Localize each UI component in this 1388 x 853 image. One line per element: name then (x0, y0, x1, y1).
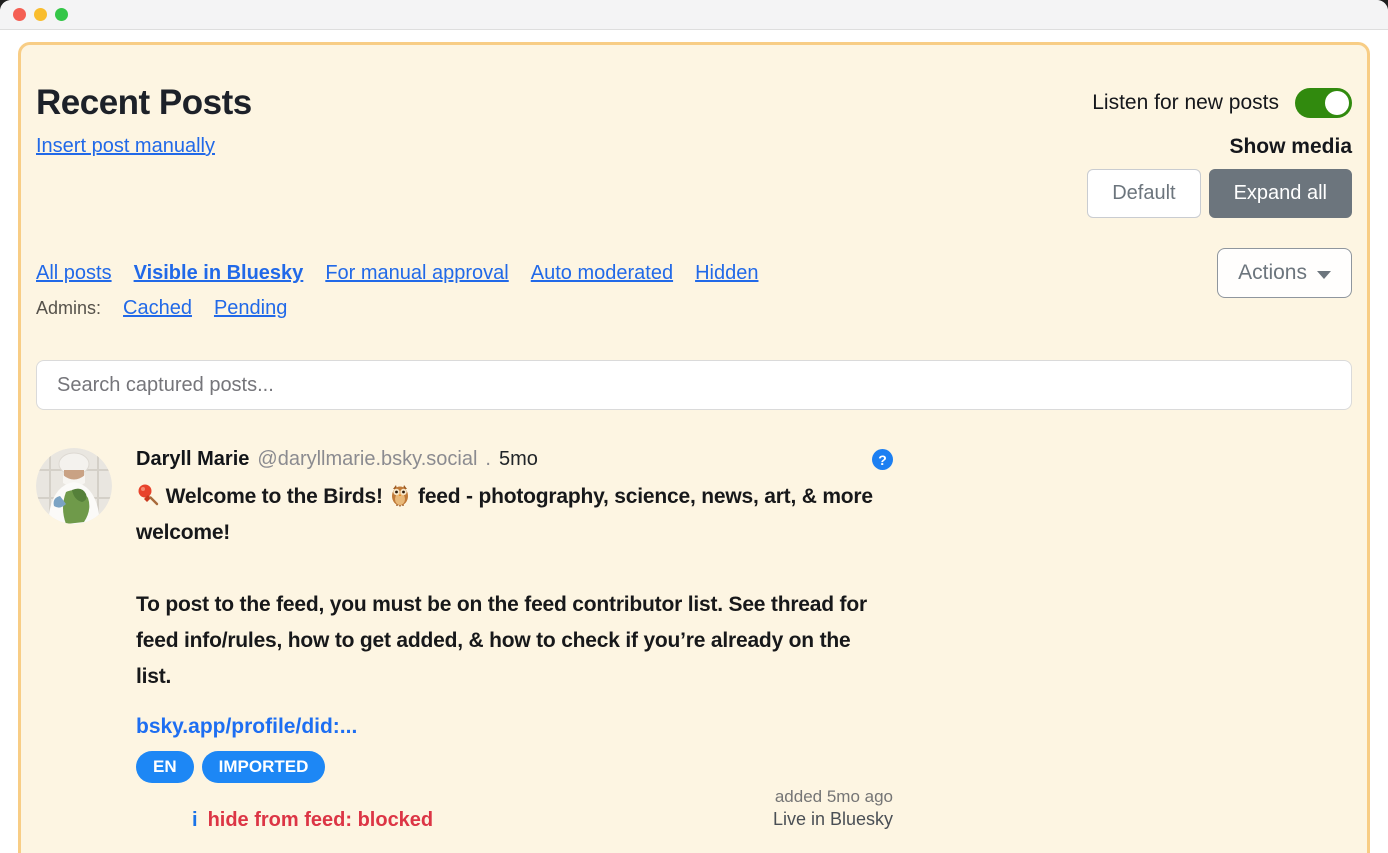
actions-label: Actions (1238, 261, 1307, 285)
tab-visible-in-bluesky[interactable]: Visible in Bluesky (134, 262, 304, 285)
post-age: 5mo (499, 448, 538, 471)
listen-group: Listen for new posts (1092, 88, 1352, 118)
post-text-1: Welcome to the Birds! (160, 485, 388, 508)
bsky-profile-link[interactable]: bsky.app/profile/did:... (136, 715, 357, 739)
chevron-down-icon (1317, 271, 1331, 279)
admins-label: Admins: (36, 298, 101, 319)
post-footer: i hide from feed: blocked Live in Bluesky (136, 809, 893, 832)
avatar-image (36, 448, 112, 524)
moderation-row: i hide from feed: blocked (136, 809, 433, 832)
admins-row: Admins: Cached Pending (36, 297, 758, 320)
close-window-button[interactable] (13, 8, 26, 21)
avatar[interactable] (36, 448, 112, 524)
recent-posts-panel: Recent Posts Listen for new posts Insert… (18, 42, 1370, 853)
badge-row: EN IMPORTED (136, 751, 893, 783)
help-icon[interactable]: ? (872, 449, 893, 470)
media-expand-all-button[interactable]: Expand all (1209, 169, 1352, 218)
live-status-label: Live in Bluesky (773, 809, 893, 832)
toggle-knob (1325, 91, 1349, 115)
listen-toggle[interactable] (1295, 88, 1352, 118)
moderation-status-label: hide from feed: blocked (208, 809, 434, 831)
tab-for-manual-approval[interactable]: For manual approval (325, 262, 508, 285)
language-badge[interactable]: EN (136, 751, 194, 783)
tab-auto-moderated[interactable]: Auto moderated (531, 262, 673, 285)
pushpin-emoji (136, 483, 160, 507)
post-content: Daryll Marie @daryllmarie.bsky.social . … (136, 448, 893, 832)
media-default-button[interactable]: Default (1087, 169, 1200, 218)
app-window: Recent Posts Listen for new posts Insert… (0, 0, 1388, 853)
post-item: Daryll Marie @daryllmarie.bsky.social . … (36, 448, 1352, 832)
author-name[interactable]: Daryll Marie (136, 448, 249, 471)
insert-post-manually-link[interactable]: Insert post manually (36, 135, 215, 158)
moderation-info-link[interactable]: i (192, 809, 198, 831)
admins-pending-link[interactable]: Pending (214, 297, 287, 320)
admins-cached-link[interactable]: Cached (123, 297, 192, 320)
filters-block: All posts Visible in Bluesky For manual … (36, 262, 758, 320)
tab-hidden[interactable]: Hidden (695, 262, 758, 285)
post-header: Daryll Marie @daryllmarie.bsky.social . … (136, 448, 893, 471)
show-media-group: Show media Default Expand all (1087, 135, 1352, 218)
post-paragraph-1: Welcome to the Birds! feed - photography… (136, 479, 881, 551)
filter-tabs: All posts Visible in Bluesky For manual … (36, 262, 758, 285)
author-handle[interactable]: @daryllmarie.bsky.social (257, 448, 477, 471)
owl-emoji (388, 483, 412, 507)
added-timestamp: added 5mo ago (136, 787, 893, 807)
window-titlebar (0, 0, 1388, 30)
tab-all-posts[interactable]: All posts (36, 262, 112, 285)
search-input[interactable] (36, 360, 1352, 410)
imported-badge[interactable]: IMPORTED (202, 751, 326, 783)
minimize-window-button[interactable] (34, 8, 47, 21)
page-title: Recent Posts (36, 83, 252, 123)
listen-for-new-posts-label: Listen for new posts (1092, 91, 1279, 115)
zoom-window-button[interactable] (55, 8, 68, 21)
separator-dot: . (485, 448, 491, 471)
post-body: Welcome to the Birds! feed - photography… (136, 479, 881, 695)
post-paragraph-2: To post to the feed, you must be on the … (136, 587, 881, 695)
show-media-label: Show media (1229, 135, 1352, 159)
actions-dropdown-button[interactable]: Actions (1217, 248, 1352, 298)
